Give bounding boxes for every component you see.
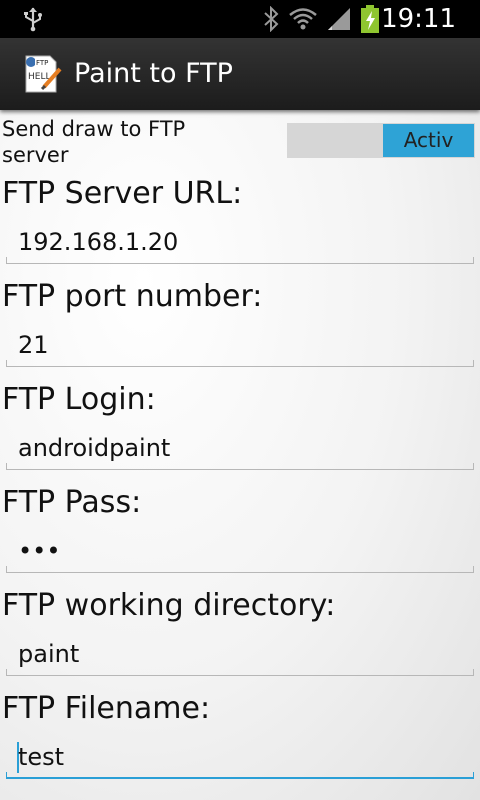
action-bar: FTP HELL Paint to FTP: [0, 38, 480, 110]
status-time: 19:11: [381, 4, 456, 34]
status-bar: 19:11: [0, 0, 480, 38]
pass-value: •••: [18, 537, 61, 565]
input-underline: [6, 360, 474, 367]
send-ftp-toggle[interactable]: Activ: [287, 123, 475, 158]
paint-app-icon: FTP HELL: [25, 55, 62, 93]
input-underline: [6, 463, 474, 470]
port-value: 21: [18, 331, 49, 359]
working-directory-label: FTP working directory:: [2, 588, 336, 623]
signal-icon: [328, 8, 350, 30]
input-underline: [6, 257, 474, 264]
input-underline: [6, 772, 474, 779]
svg-text:FTP: FTP: [36, 59, 48, 67]
filename-value: test: [18, 743, 65, 771]
toggle-on-thumb: Activ: [383, 124, 474, 157]
field-login: FTP Login: androidpaint: [0, 380, 480, 484]
working-directory-input[interactable]: paint: [6, 632, 474, 676]
bluetooth-icon: [264, 6, 279, 32]
login-input[interactable]: androidpaint: [6, 426, 474, 470]
usb-icon: [24, 7, 42, 32]
field-pass: FTP Pass: •••: [0, 483, 480, 587]
login-label: FTP Login:: [2, 382, 156, 417]
field-port: FTP port number: 21: [0, 277, 480, 381]
working-directory-value: paint: [18, 640, 80, 668]
server-url-value: 192.168.1.20: [18, 228, 179, 256]
input-underline: [6, 566, 474, 573]
filename-input[interactable]: test: [6, 735, 474, 779]
port-label: FTP port number:: [2, 279, 263, 314]
battery-charging-icon: [361, 5, 379, 33]
login-value: androidpaint: [18, 434, 171, 462]
wifi-icon: [289, 8, 317, 30]
field-server-url: FTP Server URL: 192.168.1.20: [0, 174, 480, 278]
filename-label: FTP Filename:: [2, 691, 211, 726]
pass-input[interactable]: •••: [6, 529, 474, 573]
pass-label: FTP Pass:: [2, 485, 142, 520]
port-input[interactable]: 21: [6, 323, 474, 367]
server-url-label: FTP Server URL:: [2, 176, 243, 211]
send-ftp-label: Send draw to FTP server: [2, 117, 186, 167]
input-underline: [6, 669, 474, 676]
settings-form: Send draw to FTP server Activ FTP Server…: [0, 110, 480, 800]
field-working-directory: FTP working directory: paint: [0, 586, 480, 690]
server-url-input[interactable]: 192.168.1.20: [6, 220, 474, 264]
field-filename: FTP Filename: test: [0, 689, 480, 793]
app-title: Paint to FTP: [74, 58, 233, 89]
